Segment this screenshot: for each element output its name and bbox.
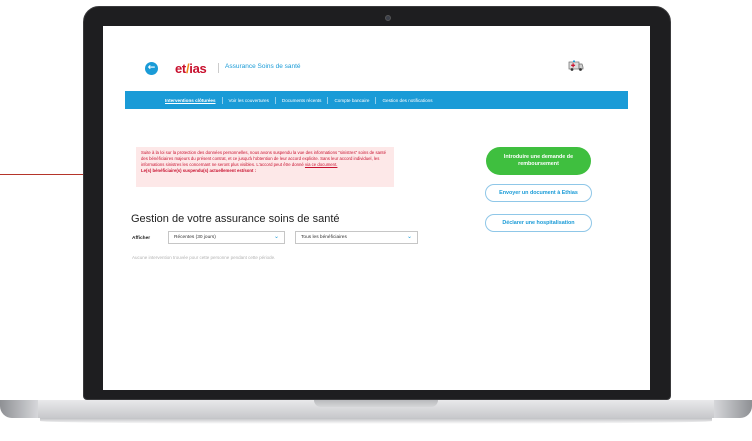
declare-hospitalisation-button[interactable]: Déclarer une hospitalisation (485, 214, 592, 232)
ethias-logo[interactable]: et/ias (175, 61, 207, 76)
laptop-notch (314, 400, 438, 407)
laptop-shadow (40, 418, 712, 424)
tab-documents-recents[interactable]: Documents récents (274, 96, 328, 104)
alert-text: Suite à la loi sur la protection des don… (141, 150, 387, 167)
empty-state-message: Aucune intervention trouvée pour cette p… (132, 255, 276, 260)
reimbursement-request-button[interactable]: Introduire une demande de remboursement (486, 147, 591, 175)
arrow-left-icon[interactable]: ← (145, 62, 158, 75)
beneficiary-select-value: Tous les bénéficiaires (301, 235, 347, 240)
period-select[interactable]: Récentes (30 jours) ⌄ (168, 231, 285, 244)
privacy-alert: Suite à la loi sur la protection des don… (136, 147, 394, 187)
tab-couvertures[interactable]: Voir les couvertures (221, 96, 275, 104)
alert-document-link[interactable]: via ce document. (305, 162, 337, 167)
app-header: ← et/ias Assurance Soins de santé (103, 26, 650, 88)
filter-label: Afficher (132, 236, 151, 241)
tab-compte-bancaire[interactable]: Compte bancaire (327, 96, 375, 104)
stage: ← et/ias Assurance Soins de santé Interv… (0, 0, 752, 441)
ambulance-icon (568, 60, 584, 71)
screen: ← et/ias Assurance Soins de santé Interv… (103, 26, 650, 390)
beneficiary-select[interactable]: Tous les bénéficiaires ⌄ (295, 231, 418, 244)
tab-bar: Interventions clôturées Voir les couvert… (125, 91, 628, 109)
camera (385, 15, 391, 21)
chevron-down-icon: ⌄ (273, 234, 279, 240)
app-title: Assurance Soins de santé (225, 63, 301, 70)
tab-interventions-cloturees[interactable]: Interventions clôturées (159, 97, 222, 104)
alert-suspended-label: Le(s) bénéficiaire(s) suspendu(s) actuel… (141, 168, 257, 173)
header-divider (218, 63, 219, 73)
send-document-button[interactable]: Envoyer un document à Ethias (485, 184, 592, 202)
laptop-base-right-edge (714, 400, 752, 418)
chevron-down-icon: ⌄ (406, 234, 412, 240)
tab-notifications[interactable]: Gestion des notifications (375, 96, 438, 104)
page-title: Gestion de votre assurance soins de sant… (131, 213, 340, 225)
period-select-value: Récentes (30 jours) (174, 235, 216, 240)
laptop-base-left-edge (0, 400, 38, 418)
